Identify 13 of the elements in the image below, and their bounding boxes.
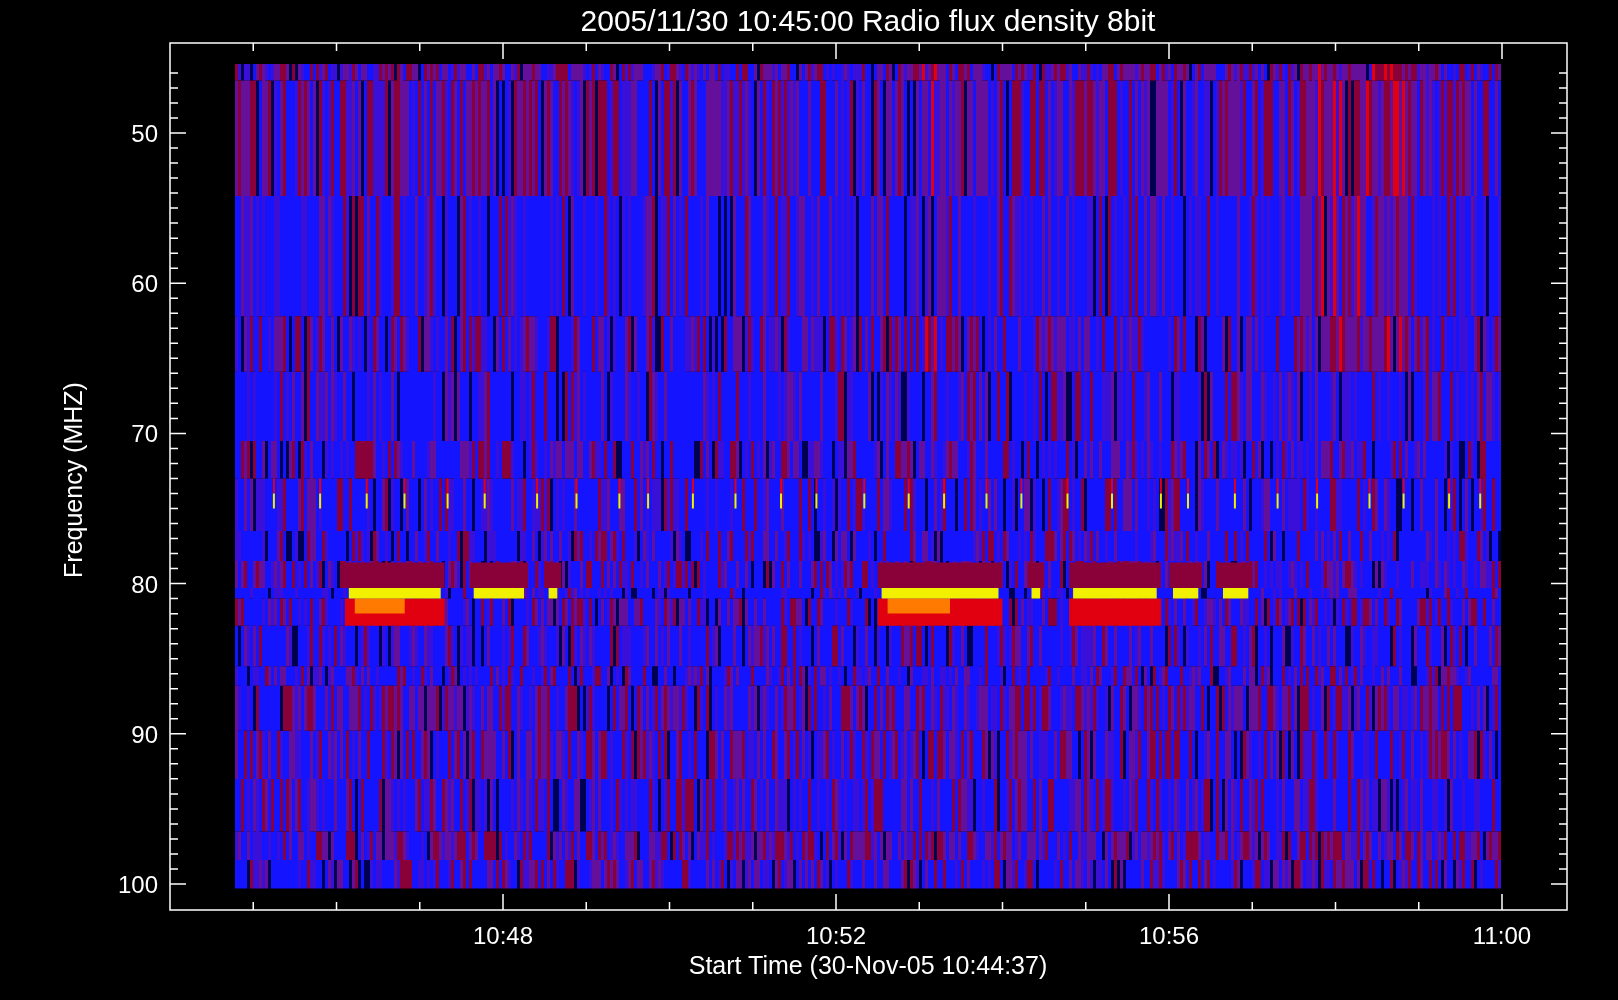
tick-label: 90 [131,720,158,748]
tick-label: 100 [117,871,158,898]
tick-label: 10:48 [472,922,534,949]
chart-title: 2005/11/30 10:45:00 Radio flux density 8bit [580,4,1156,37]
tick-label: 10:56 [1138,922,1200,949]
axis-label: Start Time (30-Nov-05 10:44:37) [688,951,1048,979]
tick-label: 60 [131,270,158,298]
tick-label: 70 [131,420,158,448]
tick-label: 50 [131,120,158,147]
tick-label: 80 [131,570,158,598]
tick-label: 11:00 [1472,922,1532,949]
axis-label: Frequency (MHZ) [59,382,87,578]
tick-label: 10:52 [805,922,867,949]
